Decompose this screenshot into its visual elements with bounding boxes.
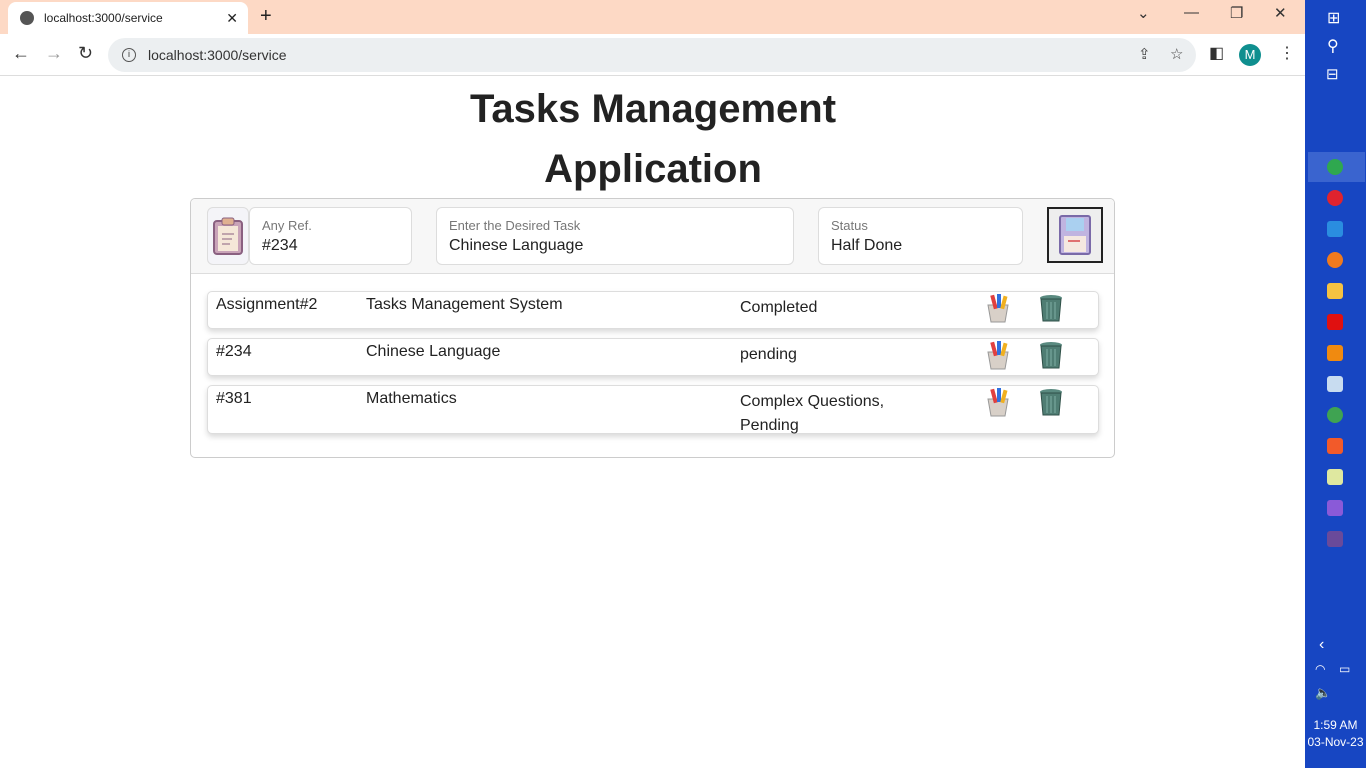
vscode-icon[interactable] bbox=[1327, 221, 1343, 237]
task-status: pending bbox=[740, 346, 797, 363]
ref-label: Any Ref. bbox=[262, 218, 312, 233]
status-input[interactable]: Status Half Done bbox=[818, 207, 1023, 265]
profile-avatar[interactable]: M bbox=[1239, 44, 1261, 66]
task-form: Any Ref. #234 Enter the Desired Task Chi… bbox=[191, 199, 1114, 274]
site-info-icon[interactable]: i bbox=[122, 48, 136, 62]
task-status: Complex Questions, Pending bbox=[740, 393, 885, 434]
task-view-icon[interactable]: ⊟ bbox=[1326, 65, 1339, 83]
restore-button[interactable]: ❐ bbox=[1230, 4, 1243, 22]
page-content: Tasks Management Application Any Ref. #2… bbox=[0, 77, 1305, 458]
toolbar: ← → ↻ i localhost:3000/service ⇪ ☆ ◧ M ⋮ bbox=[0, 34, 1305, 76]
task-input[interactable]: Enter the Desired Task Chinese Language bbox=[436, 207, 794, 265]
search-icon[interactable]: ⚲ bbox=[1327, 36, 1339, 56]
task-ref: Assignment#2 bbox=[216, 296, 318, 313]
tab-search-icon[interactable]: ⌄ bbox=[1137, 4, 1150, 22]
edit-icon[interactable] bbox=[983, 293, 1013, 323]
task-name: Chinese Language bbox=[366, 343, 501, 360]
volume-icon[interactable]: 🔈 bbox=[1315, 685, 1331, 701]
page-title: Tasks Management Application bbox=[469, 87, 837, 191]
firefox-icon[interactable] bbox=[1327, 252, 1343, 268]
edit-icon[interactable] bbox=[983, 387, 1013, 417]
ref-input[interactable]: Any Ref. #234 bbox=[249, 207, 412, 265]
tasks-card: Any Ref. #234 Enter the Desired Task Chi… bbox=[190, 198, 1115, 458]
chrome-icon[interactable] bbox=[1327, 159, 1343, 175]
windows-taskbar: ⊞ ⚲ ⊟ ‹ ◠ ▭ 🔈 1:59 AM 03-Nov-23 bbox=[1305, 0, 1366, 768]
task-status: Completed bbox=[740, 299, 818, 316]
vlc-icon[interactable] bbox=[1327, 345, 1343, 361]
floppy-disk-icon bbox=[1059, 215, 1091, 255]
bookmark-star-icon[interactable]: ☆ bbox=[1170, 45, 1183, 63]
trash-icon[interactable] bbox=[1036, 387, 1066, 417]
task-row: #381 Mathematics Complex Questions, Pend… bbox=[207, 385, 1099, 434]
clock[interactable]: 1:59 AM 03-Nov-23 bbox=[1305, 717, 1366, 751]
trash-icon[interactable] bbox=[1036, 340, 1066, 370]
task-row: Assignment#2 Tasks Management System Com… bbox=[207, 291, 1099, 329]
close-tab-icon[interactable]: ✕ bbox=[226, 10, 238, 27]
task-label: Enter the Desired Task bbox=[449, 218, 581, 233]
clock-time: 1:59 AM bbox=[1313, 718, 1358, 732]
forward-button[interactable]: → bbox=[45, 43, 63, 64]
back-button[interactable]: ← bbox=[12, 43, 30, 64]
brave-icon[interactable] bbox=[1327, 438, 1343, 454]
ref-value: #234 bbox=[262, 237, 298, 254]
browser-window: localhost:3000/service ✕ + ⌄ — ❐ ✕ ← → ↻… bbox=[0, 0, 1305, 768]
reload-button[interactable]: ↻ bbox=[78, 43, 93, 64]
address-bar[interactable]: i localhost:3000/service ⇪ ☆ bbox=[108, 38, 1196, 72]
tab-title: localhost:3000/service bbox=[44, 11, 163, 25]
opera-icon[interactable] bbox=[1327, 190, 1343, 206]
browser-tab[interactable]: localhost:3000/service ✕ bbox=[8, 2, 248, 34]
notepad-icon[interactable] bbox=[1327, 376, 1343, 392]
minimize-button[interactable]: — bbox=[1184, 4, 1199, 21]
terminal-icon[interactable] bbox=[1327, 531, 1343, 547]
visual-studio-icon[interactable] bbox=[1327, 500, 1343, 516]
task-row: #234 Chinese Language pending bbox=[207, 338, 1099, 376]
task-name: Tasks Management System bbox=[366, 296, 563, 313]
battery-icon[interactable]: ▭ bbox=[1339, 662, 1350, 676]
url-text: localhost:3000/service bbox=[148, 47, 287, 63]
close-window-button[interactable]: ✕ bbox=[1274, 4, 1287, 22]
status-label: Status bbox=[831, 218, 868, 233]
file-explorer-icon[interactable] bbox=[1327, 283, 1343, 299]
task-value: Chinese Language bbox=[449, 237, 584, 254]
show-hidden-icons[interactable]: ‹ bbox=[1319, 636, 1324, 654]
tab-bar: localhost:3000/service ✕ + ⌄ — ❐ ✕ bbox=[0, 0, 1305, 34]
new-tab-button[interactable]: + bbox=[260, 5, 272, 28]
clock-date: 03-Nov-23 bbox=[1307, 735, 1364, 749]
task-name: Mathematics bbox=[366, 390, 457, 407]
save-button[interactable] bbox=[1047, 207, 1103, 263]
status-value: Half Done bbox=[831, 237, 903, 254]
notepadpp-icon[interactable] bbox=[1327, 469, 1343, 485]
share-icon[interactable]: ⇪ bbox=[1138, 45, 1151, 63]
globe-icon bbox=[20, 11, 34, 25]
app-icon[interactable] bbox=[1327, 314, 1343, 330]
chrome-alt-icon[interactable] bbox=[1327, 407, 1343, 423]
side-panel-icon[interactable]: ◧ bbox=[1209, 43, 1224, 63]
task-ref: #381 bbox=[216, 390, 252, 407]
trash-icon[interactable] bbox=[1036, 293, 1066, 323]
edit-icon[interactable] bbox=[983, 340, 1013, 370]
clipboard-icon bbox=[207, 207, 249, 265]
menu-icon[interactable]: ⋮ bbox=[1279, 43, 1295, 63]
windows-start-icon[interactable]: ⊞ bbox=[1327, 8, 1340, 28]
wifi-icon[interactable]: ◠ bbox=[1315, 662, 1325, 676]
task-ref: #234 bbox=[216, 343, 252, 360]
